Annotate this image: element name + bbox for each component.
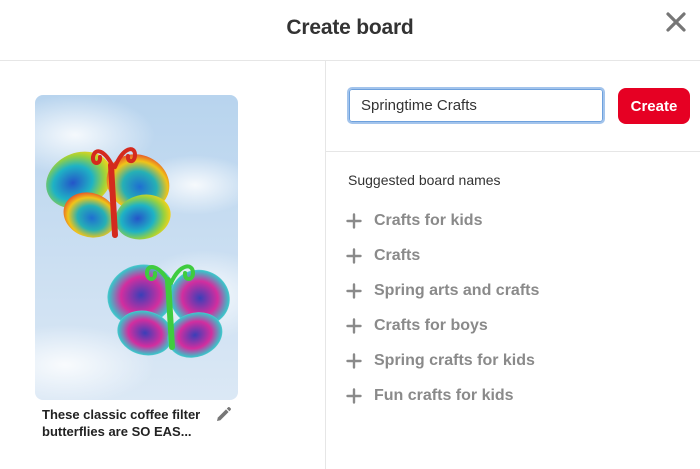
board-name-input[interactable] bbox=[347, 87, 605, 124]
modal-title: Create board bbox=[286, 16, 414, 39]
suggestion-label: Crafts bbox=[374, 246, 421, 264]
suggestion-label: Fun crafts for kids bbox=[374, 386, 514, 404]
plus-icon bbox=[346, 317, 362, 334]
suggestion-label: Spring arts and crafts bbox=[374, 281, 540, 299]
pin-preview-pane: These classic coffee filter butterflies … bbox=[0, 61, 326, 469]
plus-icon bbox=[346, 282, 362, 299]
create-button[interactable]: Create bbox=[618, 88, 690, 124]
pin-image bbox=[35, 95, 238, 400]
butterfly-image bbox=[35, 95, 238, 400]
suggestion-item[interactable]: Fun crafts for kids bbox=[346, 378, 539, 413]
suggestion-item[interactable]: Spring crafts for kids bbox=[346, 343, 539, 378]
pin-description: These classic coffee filter butterflies … bbox=[42, 407, 201, 439]
plus-icon bbox=[346, 247, 362, 264]
divider bbox=[326, 151, 700, 152]
suggestion-item[interactable]: Crafts for kids bbox=[346, 203, 539, 238]
pencil-icon bbox=[217, 407, 231, 421]
suggestion-item[interactable]: Spring arts and crafts bbox=[346, 273, 539, 308]
plus-icon bbox=[346, 212, 362, 229]
suggestion-item[interactable]: Crafts bbox=[346, 238, 539, 273]
edit-pin-button[interactable] bbox=[214, 406, 232, 424]
suggestion-label: Crafts for boys bbox=[374, 316, 488, 334]
suggestion-label: Spring crafts for kids bbox=[374, 351, 535, 369]
suggestions-list: Crafts for kids Crafts Spring arts and c… bbox=[346, 203, 539, 413]
plus-icon bbox=[346, 387, 362, 404]
plus-icon bbox=[346, 352, 362, 369]
create-board-modal: Create board These classic coffee filter… bbox=[0, 0, 700, 469]
close-button[interactable] bbox=[664, 10, 688, 34]
board-form-pane: Create Suggested board names Crafts for … bbox=[326, 61, 700, 469]
modal-header: Create board bbox=[0, 0, 700, 61]
suggestion-item[interactable]: Crafts for boys bbox=[346, 308, 539, 343]
suggestions-heading: Suggested board names bbox=[348, 172, 501, 188]
close-icon bbox=[666, 12, 686, 32]
suggestion-label: Crafts for kids bbox=[374, 211, 483, 229]
